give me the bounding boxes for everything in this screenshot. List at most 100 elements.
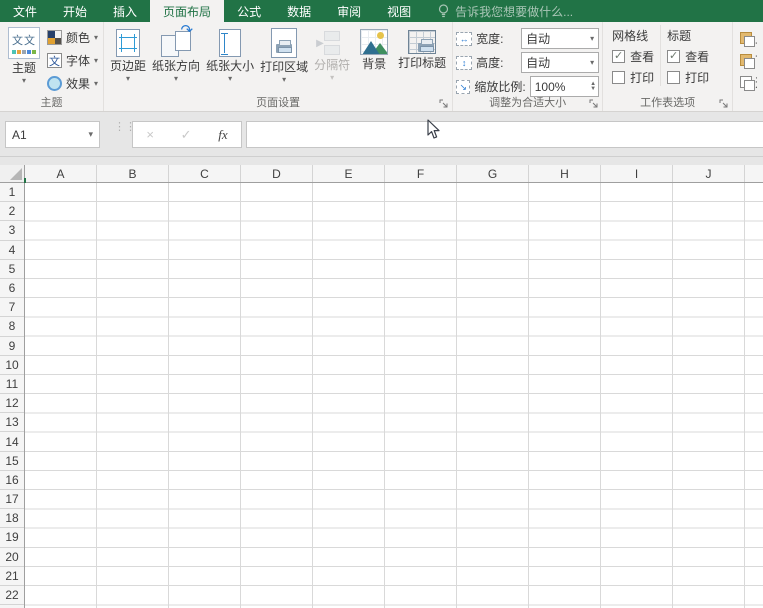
dialog-launcher-icon[interactable] — [439, 99, 449, 109]
row-header[interactable]: 20 — [0, 548, 24, 567]
theme-fonts-button[interactable]: 文 字体 ▾ — [45, 50, 100, 71]
headings-print-checkbox-row[interactable]: 打印 — [667, 68, 709, 86]
gridlines-header: 网格线 — [612, 29, 649, 43]
checkbox-unchecked-icon[interactable] — [612, 70, 626, 84]
row-header[interactable]: 5 — [0, 260, 24, 279]
group-themes: 文文 主题 ▾ 颜色 ▾ 文 字体 ▾ 效果 ▾ 主题 — [0, 22, 103, 111]
row-header[interactable]: 18 — [0, 509, 24, 529]
row-header[interactable]: 2 — [0, 202, 24, 222]
themes-icon: 文文 — [8, 27, 40, 59]
cells-area[interactable] — [25, 183, 763, 608]
width-combobox[interactable]: 自动 ▾ — [521, 28, 600, 49]
dialog-launcher-icon[interactable] — [719, 99, 729, 109]
column-header-f[interactable]: F — [385, 165, 457, 182]
column-header-d[interactable]: D — [241, 165, 313, 182]
row-header[interactable]: 6 — [0, 279, 24, 299]
tab-formulas[interactable]: 公式 — [224, 0, 274, 22]
tab-data[interactable]: 数据 — [274, 0, 324, 22]
row-header[interactable]: 4 — [0, 241, 24, 260]
selection-pane-icon — [740, 76, 756, 91]
tab-home[interactable]: 开始 — [50, 0, 100, 22]
theme-colors-button[interactable]: 颜色 ▾ — [45, 27, 100, 48]
height-icon: ↕ — [456, 55, 473, 70]
checkbox-unchecked-icon[interactable] — [667, 70, 681, 84]
chevron-down-icon: ▾ — [94, 56, 99, 65]
chevron-down-icon: ▾ — [88, 129, 93, 139]
chevron-down-icon: ▾ — [330, 73, 335, 82]
print-titles-button[interactable]: 打印标题 — [395, 25, 449, 95]
theme-effects-label: 效果 — [66, 77, 91, 91]
tab-review[interactable]: 审阅 — [324, 0, 374, 22]
row-header[interactable]: 13 — [0, 413, 24, 433]
row-header[interactable]: 14 — [0, 432, 24, 452]
column-header-g[interactable]: G — [457, 165, 529, 182]
selection-pane-button[interactable]: 选 — [740, 73, 757, 91]
width-value: 自动 — [526, 32, 551, 46]
gridlines-view-checkbox-row[interactable]: ✓ 查看 — [612, 47, 654, 65]
dialog-launcher-icon[interactable] — [589, 99, 599, 109]
send-backward-button[interactable]: 下 — [740, 51, 757, 69]
row-header[interactable]: 1 — [0, 183, 24, 203]
selection-pane-label: 选 — [755, 74, 757, 91]
bring-forward-icon — [740, 32, 756, 47]
column-header-c[interactable]: C — [169, 165, 241, 182]
row-header[interactable]: 21 — [0, 567, 24, 586]
margins-button[interactable]: 页边距 ▾ — [107, 25, 149, 95]
row-header[interactable]: 10 — [0, 356, 24, 375]
row-header[interactable]: 15 — [0, 452, 24, 471]
width-label: 宽度: — [476, 32, 504, 46]
theme-colors-icon — [47, 30, 62, 45]
name-box[interactable]: A1 ▾ — [5, 121, 100, 148]
tell-me-box[interactable]: 告诉我您想要做什么... — [424, 0, 573, 22]
bring-forward-button[interactable]: 上 — [740, 29, 757, 47]
print-area-button[interactable]: 打印区域 ▾ — [257, 25, 311, 95]
group-label-page-setup: 页面设置 — [256, 97, 301, 109]
orientation-icon: ↷ — [161, 22, 193, 57]
insert-function-icon[interactable]: fx — [218, 127, 227, 143]
row-header[interactable]: 22 — [0, 586, 24, 606]
row-header[interactable]: 11 — [0, 375, 24, 395]
print-titles-label: 打印标题 — [398, 56, 447, 70]
tab-insert[interactable]: 插入 — [100, 0, 150, 22]
tab-view[interactable]: 视图 — [374, 0, 424, 22]
checkbox-checked-icon[interactable]: ✓ — [667, 49, 681, 63]
column-header-j[interactable]: J — [673, 165, 745, 182]
background-button[interactable]: 背景 — [353, 25, 395, 95]
orientation-button[interactable]: ↷ 纸张方向 ▾ — [149, 22, 203, 95]
row-header[interactable]: 8 — [0, 317, 24, 337]
themes-button[interactable]: 文文 主题 ▾ — [3, 25, 45, 95]
row-header[interactable]: 3 — [0, 221, 24, 241]
formula-buttons: × ✓ fx — [132, 121, 242, 148]
height-combobox[interactable]: 自动 ▾ — [521, 52, 600, 73]
tab-file[interactable]: 文件 — [0, 0, 50, 22]
spinner-down-icon[interactable]: ▼ — [590, 86, 596, 92]
row-header[interactable]: 16 — [0, 471, 24, 490]
column-header-b[interactable]: B — [97, 165, 169, 182]
column-header-partial[interactable] — [745, 165, 763, 182]
row-header[interactable]: 9 — [0, 337, 24, 356]
row-header[interactable]: 12 — [0, 394, 24, 414]
column-header-h[interactable]: H — [529, 165, 601, 182]
column-header-e[interactable]: E — [313, 165, 385, 182]
scale-value: 100% — [534, 79, 566, 94]
row-header[interactable]: 17 — [0, 490, 24, 510]
grid-body: 1 2 3 4 5 6 7 8 9 10 11 12 13 14 15 16 1… — [0, 183, 763, 608]
orientation-label: 纸张方向 — [152, 59, 201, 73]
gridlines-print-checkbox-row[interactable]: 打印 — [612, 68, 654, 86]
column-header-i[interactable]: I — [601, 165, 673, 182]
tab-page-layout[interactable]: 页面布局 — [150, 0, 225, 22]
column-header-a[interactable]: A — [25, 165, 97, 182]
checkbox-checked-icon[interactable]: ✓ — [612, 49, 626, 63]
paper-size-button[interactable]: 纸张大小 ▾ — [203, 25, 257, 95]
chevron-down-icon: ▾ — [126, 74, 131, 83]
theme-effects-button[interactable]: 效果 ▾ — [45, 73, 100, 94]
headings-view-checkbox-row[interactable]: ✓ 查看 — [667, 47, 709, 65]
row-header[interactable]: 7 — [0, 298, 24, 318]
row-header[interactable]: 19 — [0, 528, 24, 548]
select-all-button[interactable] — [0, 165, 25, 182]
send-backward-label: 下 — [755, 52, 757, 69]
formula-input[interactable] — [246, 121, 763, 148]
headings-options: 标题 ✓ 查看 打印 — [660, 25, 715, 86]
formula-bar-grip[interactable]: ⋮⋮ — [114, 122, 136, 133]
chevron-down-icon: ▾ — [282, 75, 287, 84]
